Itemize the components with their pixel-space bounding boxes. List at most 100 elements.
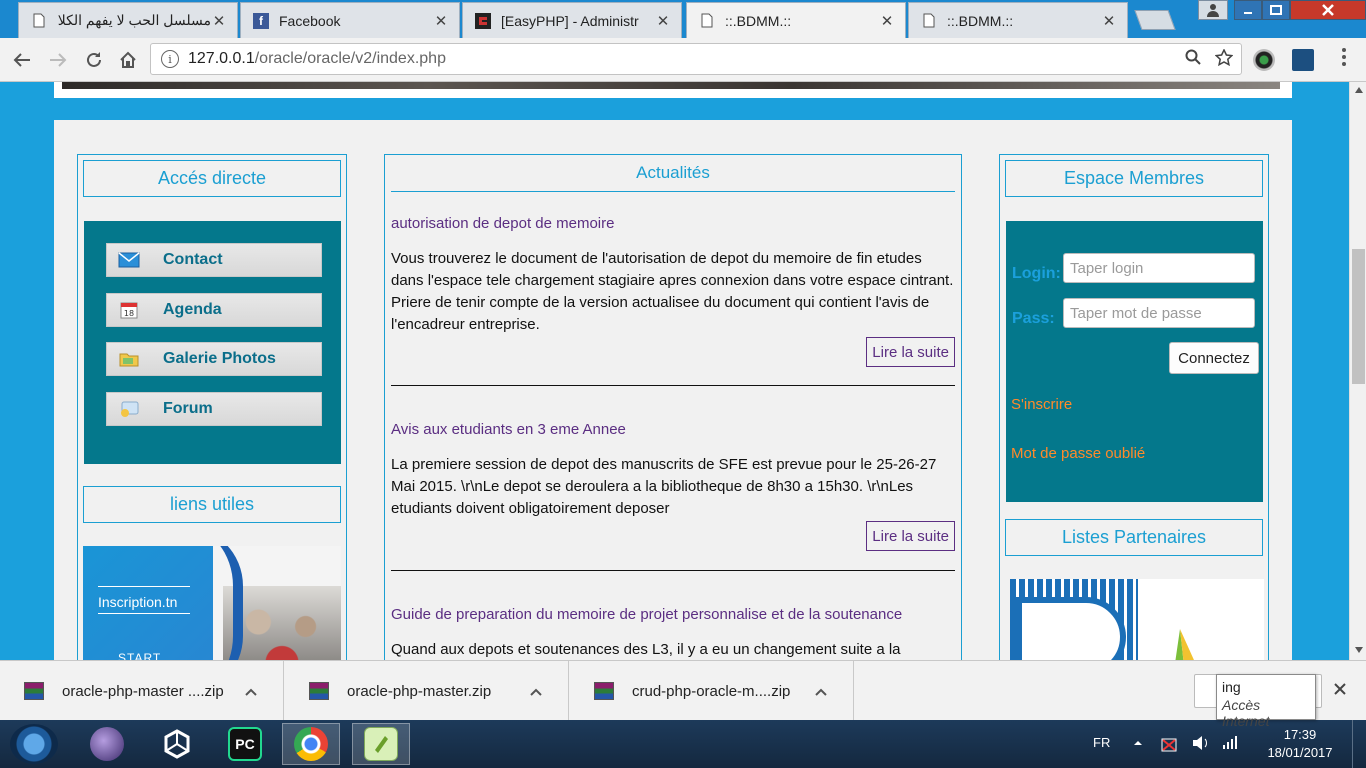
scroll-up-icon[interactable] xyxy=(1350,82,1366,98)
news-item-title[interactable]: autorisation de depot de memoire xyxy=(391,215,955,232)
menu-label: Forum xyxy=(163,400,213,417)
menu-forum[interactable]: Forum xyxy=(106,392,322,426)
reload-icon[interactable] xyxy=(80,46,108,74)
download-name: oracle-php-master ....zip xyxy=(62,682,224,700)
network-tooltip: ing Accès Internet xyxy=(1216,674,1316,729)
password-label: Pass: xyxy=(1012,310,1055,327)
back-icon[interactable] xyxy=(8,46,36,74)
left-column: Accés directe Contact 18 Agenda Galerie … xyxy=(77,154,347,660)
members-column: Espace Membres Login: Taper login Pass: … xyxy=(999,154,1269,660)
envelope-icon xyxy=(117,250,141,270)
chevron-up-icon[interactable] xyxy=(524,683,548,699)
news-item-title[interactable]: Guide de preparation du memoire de proje… xyxy=(391,606,955,623)
read-more-button[interactable]: Lire la suite xyxy=(866,521,955,551)
news-item-title[interactable]: Avis aux etudiants en 3 eme Annee xyxy=(391,421,955,438)
tab-3[interactable]: [EasyPHP] - Administr ✕ xyxy=(462,2,682,38)
battery-icon[interactable] xyxy=(1160,734,1178,757)
maximize-button[interactable] xyxy=(1262,0,1290,20)
calendar-icon: 18 xyxy=(117,300,141,320)
taskbar-notepad[interactable] xyxy=(352,723,410,765)
network-signal-icon[interactable] xyxy=(1222,734,1238,753)
winrar-archive-icon xyxy=(309,682,329,700)
news-title: Actualités xyxy=(391,155,955,192)
close-icon[interactable] xyxy=(1334,679,1346,700)
download-name: crud-php-oracle-m....zip xyxy=(632,682,791,700)
bookmark-star-icon[interactable] xyxy=(1214,48,1234,71)
close-icon[interactable]: ✕ xyxy=(655,12,671,30)
tab-4[interactable]: ::.BDMM.:: ✕ xyxy=(686,2,906,38)
svg-text:18: 18 xyxy=(124,309,134,318)
notepad-plus-icon xyxy=(364,727,398,761)
home-icon[interactable] xyxy=(114,46,142,74)
volume-icon[interactable] xyxy=(1191,734,1211,755)
news-divider xyxy=(391,385,955,386)
menu-icon[interactable] xyxy=(1340,48,1348,66)
show-desktop-button[interactable] xyxy=(1352,720,1366,768)
folder-icon xyxy=(117,349,141,369)
news-item-body: Vous trouverez le document de l'autorisa… xyxy=(391,250,954,333)
register-link[interactable]: S'inscrire xyxy=(1011,396,1072,413)
connect-button[interactable]: Connectez xyxy=(1169,342,1259,374)
chevron-up-icon[interactable] xyxy=(239,683,263,699)
page-viewport: Accés directe Contact 18 Agenda Galerie … xyxy=(0,82,1349,660)
user-icon[interactable] xyxy=(1198,0,1228,20)
new-tab-button[interactable] xyxy=(1134,10,1176,30)
close-icon[interactable]: ✕ xyxy=(211,12,227,30)
tab-1[interactable]: مسلسل الحب لا يفهم الكلام ال ✕ xyxy=(18,2,238,38)
menu-label: Contact xyxy=(163,251,223,268)
download-bar: oracle-php-master ....zip oracle-php-mas… xyxy=(0,660,1366,721)
header-banner xyxy=(54,82,1292,98)
taskbar-chrome[interactable] xyxy=(282,723,340,765)
clock-date: 18/01/2017 xyxy=(1267,745,1333,760)
language-indicator[interactable]: FR xyxy=(1093,735,1110,750)
download-item[interactable]: oracle-php-master.zip xyxy=(285,661,569,721)
scroll-down-icon[interactable] xyxy=(1350,642,1366,658)
read-more-button[interactable]: Lire la suite xyxy=(866,337,955,367)
window-close-button[interactable] xyxy=(1290,0,1366,20)
extension-profile-icon[interactable] xyxy=(1292,49,1314,71)
news-item-body: Quand aux depots et soutenances des L3, … xyxy=(391,641,901,658)
tray-expand-icon[interactable] xyxy=(1133,734,1143,749)
close-icon[interactable]: ✕ xyxy=(879,12,895,30)
extension-camera-icon[interactable] xyxy=(1253,49,1275,71)
taskbar-unity[interactable] xyxy=(148,723,206,765)
menu-gallery[interactable]: Galerie Photos xyxy=(106,342,322,376)
chevron-up-icon[interactable] xyxy=(809,683,833,699)
minimize-button[interactable] xyxy=(1234,0,1262,20)
scrollbar-thumb[interactable] xyxy=(1352,249,1365,384)
page-scrollbar[interactable] xyxy=(1349,82,1366,660)
address-bar[interactable]: i 127.0.0.1/oracle/oracle/v2/index.php xyxy=(150,43,1242,75)
news-divider xyxy=(391,570,955,571)
partners-title: Listes Partenaires xyxy=(1005,519,1263,556)
inscription-banner[interactable]: Inscription.tn START xyxy=(83,546,341,660)
taskbar: PC FR 17:39 18/01/2017 xyxy=(0,720,1366,768)
tab-title: مسلسل الحب لا يفهم الكلام ال xyxy=(57,12,211,28)
clock[interactable]: 17:39 18/01/2017 xyxy=(1262,726,1338,762)
close-icon[interactable]: ✕ xyxy=(433,12,449,30)
password-input[interactable]: Taper mot de passe xyxy=(1063,298,1255,328)
news-item: Guide de preparation du memoire de proje… xyxy=(391,606,955,660)
url-host: 127.0.0.1 xyxy=(188,50,255,67)
close-icon[interactable]: ✕ xyxy=(1101,12,1117,30)
forward-icon[interactable] xyxy=(44,46,72,74)
browser-toolbar: i 127.0.0.1/oracle/oracle/v2/index.php xyxy=(0,38,1366,82)
tab-5[interactable]: ::.BDMM.:: ✕ xyxy=(908,2,1128,38)
partners-carousel[interactable] xyxy=(1010,579,1264,660)
menu-contact[interactable]: Contact xyxy=(106,243,322,277)
start-button[interactable] xyxy=(10,724,58,764)
taskbar-pycharm[interactable]: PC xyxy=(216,723,274,765)
download-item[interactable]: oracle-php-master ....zip xyxy=(0,661,284,721)
tab-title: [EasyPHP] - Administr xyxy=(501,12,639,29)
forgot-password-link[interactable]: Mot de passe oublié xyxy=(1011,445,1145,462)
banner-image xyxy=(62,82,1280,89)
ird-logo-mark xyxy=(1016,597,1126,660)
zoom-icon[interactable] xyxy=(1185,49,1201,71)
download-item[interactable]: crud-php-oracle-m....zip xyxy=(570,661,854,721)
login-input[interactable]: Taper login xyxy=(1063,253,1255,283)
taskbar-eclipse[interactable] xyxy=(78,723,136,765)
login-panel: Login: Taper login Pass: Taper mot de pa… xyxy=(1006,221,1263,502)
info-icon[interactable]: i xyxy=(161,50,179,68)
menu-agenda[interactable]: 18 Agenda xyxy=(106,293,322,327)
direct-access-panel: Contact 18 Agenda Galerie Photos Forum xyxy=(84,221,341,464)
tab-2[interactable]: f Facebook ✕ xyxy=(240,2,460,38)
